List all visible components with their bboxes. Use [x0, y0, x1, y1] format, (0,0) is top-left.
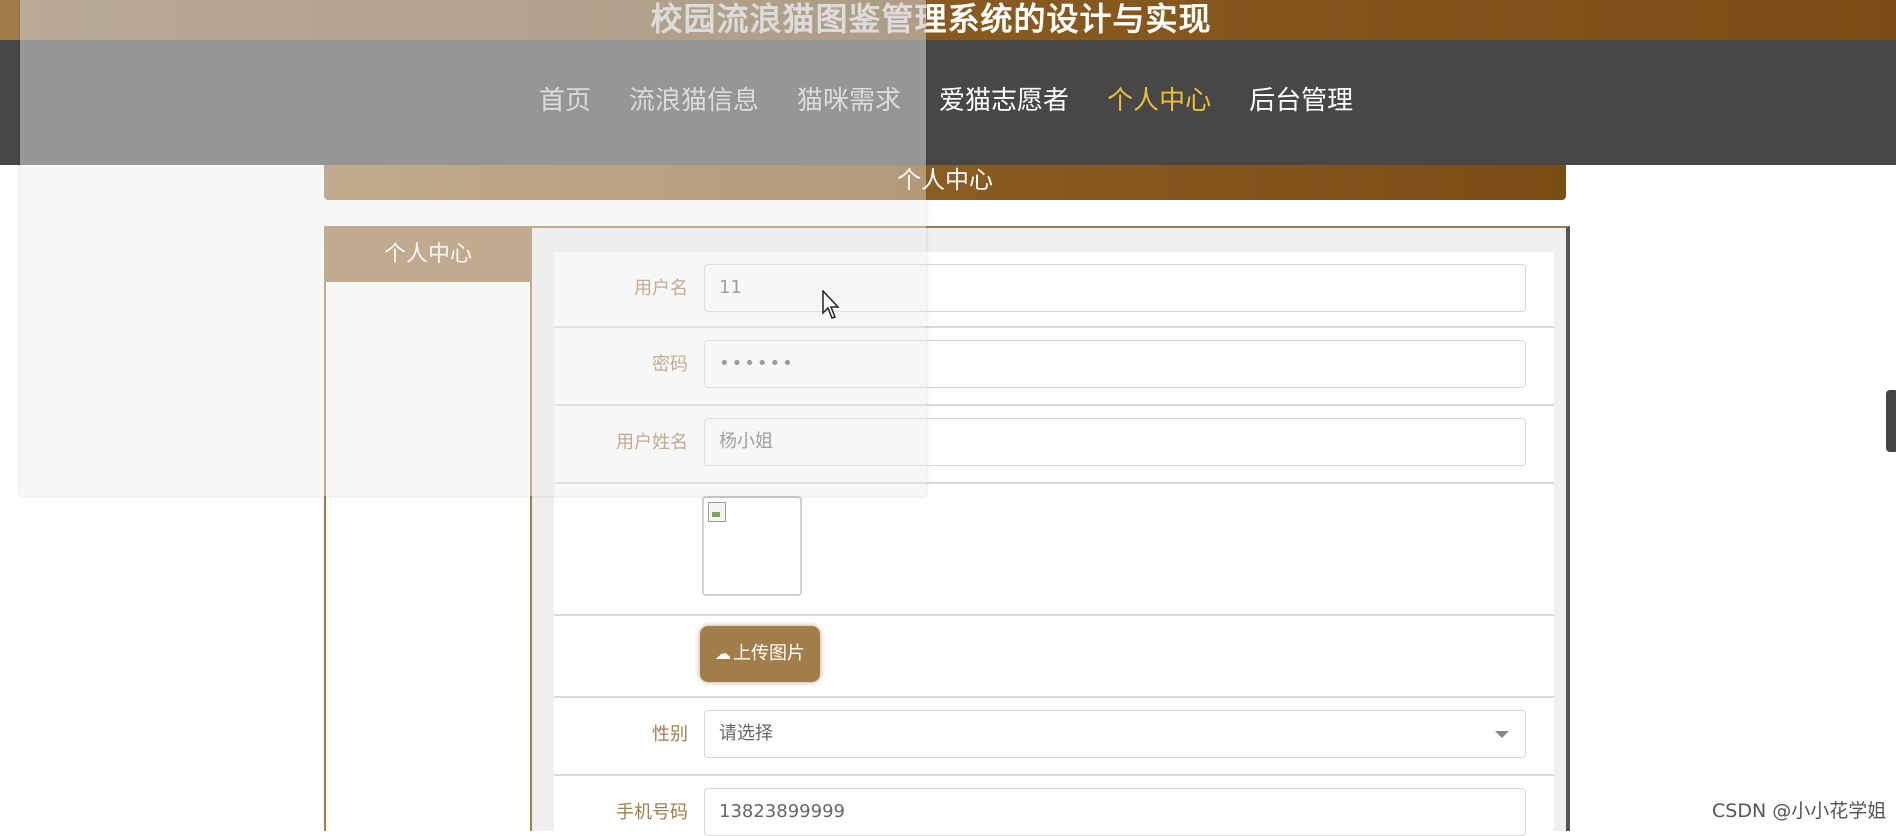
upload-image-button[interactable]: ☁ 上传图片: [700, 626, 820, 682]
gender-select[interactable]: 请选择: [704, 710, 1526, 758]
chevron-down-icon: [1495, 731, 1509, 738]
upload-button-label: 上传图片: [733, 643, 805, 664]
nav-item-volunteers[interactable]: 爱猫志愿者: [920, 80, 1088, 122]
form-row-upload: ☁ 上传图片: [554, 616, 1554, 698]
phone-label: 手机号码: [616, 802, 688, 823]
form-row-photo: [554, 484, 1554, 616]
nav-item-profile[interactable]: 个人中心: [1088, 80, 1230, 122]
broken-image-icon: [708, 502, 726, 522]
watermark: CSDN @小小花学姐: [1712, 800, 1887, 822]
photo-preview: [702, 496, 802, 596]
form-row-phone: 手机号码 13823899999: [554, 776, 1554, 836]
overlay-panel: [20, 0, 926, 496]
form-row-gender: 性别 请选择: [554, 698, 1554, 776]
gender-label: 性别: [652, 724, 688, 745]
mouse-cursor-icon: [822, 290, 840, 319]
gender-select-value: 请选择: [719, 723, 773, 744]
cloud-upload-icon: ☁: [715, 644, 731, 663]
overlay-top-band: [20, 0, 926, 165]
scrollbar-handle[interactable]: [1886, 390, 1896, 452]
nav-item-admin[interactable]: 后台管理: [1230, 80, 1372, 122]
